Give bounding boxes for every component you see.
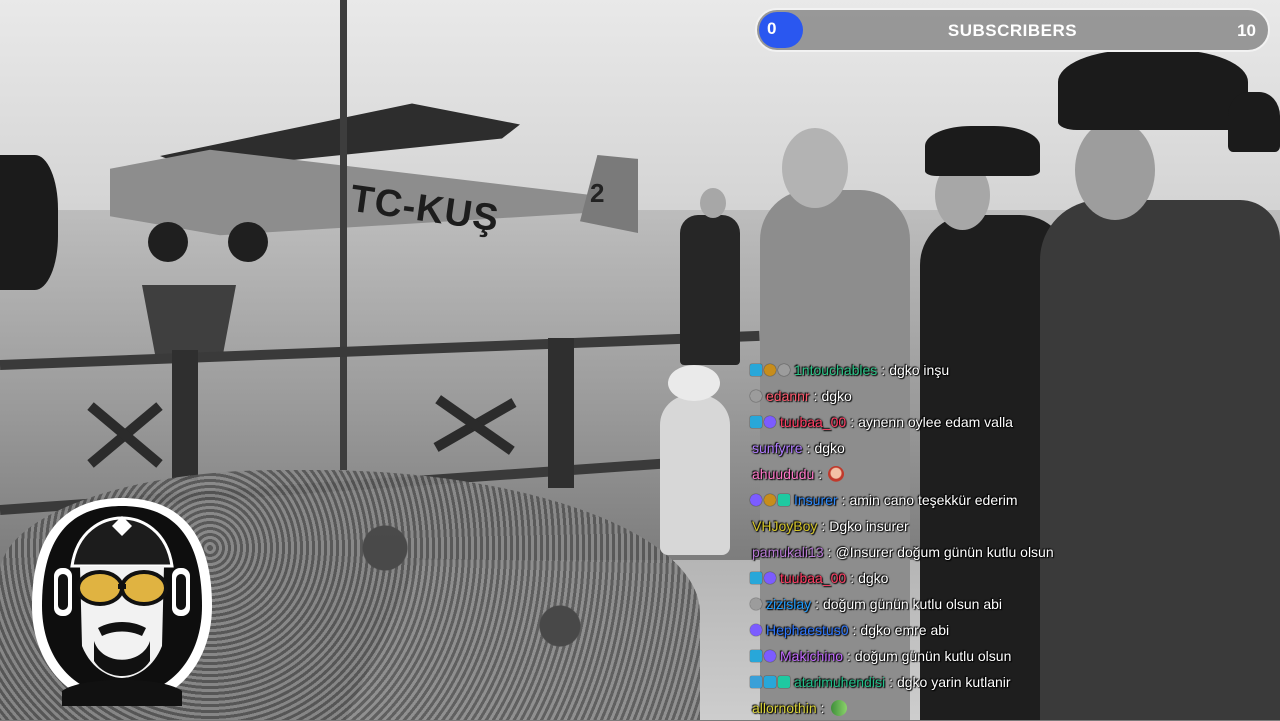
chat-username[interactable]: pamukali13 [752, 541, 824, 563]
vip-icon [778, 676, 790, 688]
chat-username[interactable]: VHJoyBoy [752, 515, 817, 537]
child-in-dress [660, 395, 730, 555]
prime-icon [750, 624, 762, 636]
chat-username[interactable]: Hephaestus0 [766, 619, 849, 641]
chat-separator: : [820, 700, 825, 716]
bits-icon [750, 390, 762, 402]
prime-icon [764, 572, 776, 584]
planter [142, 285, 236, 355]
airplane-wheel [148, 222, 188, 262]
chat-separator: : [813, 388, 818, 404]
chat-text: dgko inşu [889, 362, 950, 378]
chat-message: tuubaa_00: dgko [750, 565, 1170, 591]
chat-text: @Insurer doğum günün kutlu olsun [835, 544, 1054, 560]
girl-emote [828, 466, 845, 482]
subscriber-goal-label: SUBSCRIBERS [947, 21, 1078, 40]
chat-separator: : [847, 648, 851, 664]
chat-message: 1ntouchables: dgko inşu [750, 357, 1170, 383]
chat-message: ahuududu: [750, 461, 1170, 487]
chat-username[interactable]: zizislay [766, 593, 811, 615]
chat-message: zizislay: doğum günün kutlu olsun abi [750, 591, 1170, 617]
subscriber-icon [750, 364, 762, 376]
chat-username[interactable]: sunfyrre [752, 437, 803, 459]
officer-cap [0, 155, 58, 290]
chat-separator: : [827, 544, 832, 560]
chat-separator: : [850, 570, 855, 586]
chat-separator: : [821, 518, 826, 534]
subscriber-icon [750, 416, 762, 428]
chat-text: aynenn oylee edam valla [858, 414, 1013, 430]
gift-icon [764, 364, 776, 376]
chat-text: dgko yarin kutlanir [896, 674, 1011, 690]
chat-username[interactable]: 1ntouchables [794, 359, 877, 381]
vip-icon [778, 494, 790, 506]
chat-text: dgko [858, 570, 889, 586]
prime-icon [750, 494, 762, 506]
chat-separator: : [850, 414, 855, 430]
chat-message: allornothin: [750, 695, 1170, 721]
subscriber-goal-bar: 0 SUBSCRIBERS 10 [755, 8, 1270, 52]
officer-cap [1228, 92, 1280, 152]
chat-username[interactable]: Insurer [794, 489, 838, 511]
chat-separator: : [815, 596, 820, 612]
chat-separator: : [889, 674, 893, 690]
chat-text: doğum günün kutlu olsun abi [823, 596, 1003, 612]
chat-message: pamukali13: @Insurer doğum günün kutlu ol… [750, 539, 1170, 565]
chat-separator: : [881, 362, 886, 378]
chat-username[interactable]: tuubaa_00 [780, 567, 846, 589]
head [1075, 120, 1155, 220]
chat-username[interactable]: edannr [766, 385, 810, 407]
chat-text: Dgko insurer [829, 518, 909, 534]
streamer-logo [32, 498, 212, 706]
chat-message: VHJoyBoy: Dgko insurer [750, 513, 1170, 539]
plane-tail-number: 2 [590, 178, 605, 208]
mod-icon [750, 676, 762, 688]
prime-icon [764, 416, 776, 428]
chat-username[interactable]: ahuududu [752, 463, 814, 485]
chat-text: amin cano teşekkür ederim [849, 492, 1018, 508]
chat-message: atarimuhendisi: dgko yarin kutlanir [750, 669, 1170, 695]
bits-icon [750, 598, 762, 610]
flag-pole [340, 0, 347, 470]
man-in-suit [680, 215, 740, 365]
chat-message: Makichino: doğum günün kutlu olsun [750, 643, 1170, 669]
chat-message: Hephaestus0: dgko emre abi [750, 617, 1170, 643]
chat-message: tuubaa_00: aynenn oylee edam valla [750, 409, 1170, 435]
chat-message: sunfyrre: dgko [750, 435, 1170, 461]
head [782, 128, 848, 208]
officer-cap [1058, 50, 1248, 130]
fence-post [172, 350, 198, 480]
chat-separator: : [852, 622, 857, 638]
chat-username[interactable]: atarimuhendisi [794, 671, 885, 693]
chat-text: dgko emre abi [860, 622, 950, 638]
prime-icon [764, 650, 776, 662]
chat-separator: : [818, 466, 823, 482]
chat-separator: : [806, 440, 811, 456]
subscriber-icon [750, 650, 762, 662]
chat-text: dgko [814, 440, 845, 456]
chat-username[interactable]: allornothin [752, 697, 817, 719]
bits-icon [778, 364, 790, 376]
chat-username[interactable]: tuubaa_00 [780, 411, 846, 433]
chat-message: edannr: dgko [750, 383, 1170, 409]
subscriber-icon [750, 572, 762, 584]
chat-separator: : [841, 492, 846, 508]
head [700, 188, 726, 218]
chat-message: Insurer: amin cano teşekkür ederim [750, 487, 1170, 513]
croc-emote [830, 700, 847, 716]
fence-post [548, 338, 574, 488]
officer-cap [925, 126, 1040, 176]
chat-username[interactable]: Makichino [780, 645, 843, 667]
subscriber-icon [764, 676, 776, 688]
subscriber-goal-target: 10 [1237, 21, 1256, 40]
gift-icon [764, 494, 776, 506]
chat-overlay: 1ntouchables: dgko inşu edannr: dgko tuubaa_… [750, 357, 1170, 721]
child-hat [668, 365, 720, 401]
chat-text: dgko [821, 388, 852, 404]
chat-text: doğum günün kutlu olsun [854, 648, 1012, 664]
airplane-wheel [228, 222, 268, 262]
